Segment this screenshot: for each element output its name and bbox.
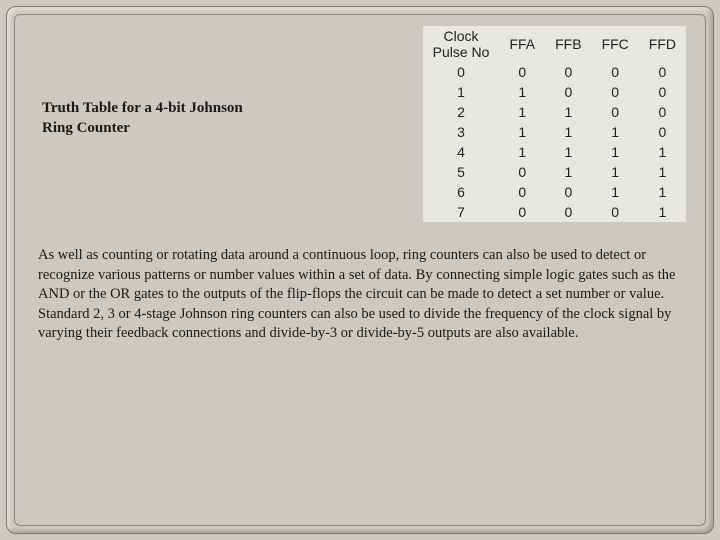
cell-d: 0	[639, 102, 686, 122]
col-ffb: FFB	[545, 26, 591, 62]
slide-content: Truth Table for a 4-bit Johnson Ring Cou…	[20, 20, 700, 520]
cell-a: 1	[499, 82, 545, 102]
cell-n: 5	[423, 162, 500, 182]
table-row: 41111	[423, 142, 686, 162]
col-clock: Clock Pulse No	[423, 26, 500, 62]
cell-d: 1	[639, 202, 686, 222]
top-row: Truth Table for a 4-bit Johnson Ring Cou…	[34, 26, 686, 222]
cell-d: 0	[639, 122, 686, 142]
title-line-2: Ring Counter	[42, 118, 405, 138]
cell-d: 1	[639, 182, 686, 202]
cell-a: 1	[499, 122, 545, 142]
col-ffc: FFC	[592, 26, 639, 62]
cell-c: 0	[592, 202, 639, 222]
cell-c: 0	[592, 102, 639, 122]
cell-a: 0	[499, 182, 545, 202]
cell-c: 0	[592, 82, 639, 102]
cell-d: 0	[639, 82, 686, 102]
truth-table: Clock Pulse No FFA FFB FFC FFD 000001100…	[423, 26, 686, 222]
table-row: 00000	[423, 62, 686, 82]
cell-c: 1	[592, 142, 639, 162]
table-row: 21100	[423, 102, 686, 122]
cell-n: 2	[423, 102, 500, 122]
col-clock-l1: Clock	[444, 28, 479, 44]
title-line-1: Truth Table for a 4-bit Johnson	[42, 98, 405, 118]
cell-a: 1	[499, 142, 545, 162]
cell-n: 0	[423, 62, 500, 82]
cell-d: 0	[639, 62, 686, 82]
title-block: Truth Table for a 4-bit Johnson Ring Cou…	[34, 26, 405, 139]
col-ffa: FFA	[499, 26, 545, 62]
cell-b: 1	[545, 142, 591, 162]
table-header-row: Clock Pulse No FFA FFB FFC FFD	[423, 26, 686, 62]
cell-a: 0	[499, 202, 545, 222]
cell-n: 7	[423, 202, 500, 222]
cell-b: 0	[545, 202, 591, 222]
table-row: 50111	[423, 162, 686, 182]
cell-b: 1	[545, 162, 591, 182]
cell-b: 0	[545, 62, 591, 82]
cell-n: 4	[423, 142, 500, 162]
cell-c: 1	[592, 162, 639, 182]
cell-n: 3	[423, 122, 500, 142]
cell-b: 1	[545, 122, 591, 142]
table-row: 31110	[423, 122, 686, 142]
cell-n: 1	[423, 82, 500, 102]
truth-table-wrap: Clock Pulse No FFA FFB FFC FFD 000001100…	[423, 26, 686, 222]
table-body: 0000011000211003111041111501116001170001	[423, 62, 686, 222]
cell-d: 1	[639, 162, 686, 182]
cell-b: 0	[545, 182, 591, 202]
col-ffd: FFD	[639, 26, 686, 62]
cell-b: 0	[545, 82, 591, 102]
cell-c: 1	[592, 182, 639, 202]
cell-a: 0	[499, 162, 545, 182]
cell-a: 0	[499, 62, 545, 82]
cell-n: 6	[423, 182, 500, 202]
table-row: 11000	[423, 82, 686, 102]
cell-b: 1	[545, 102, 591, 122]
table-row: 60011	[423, 182, 686, 202]
col-clock-l2: Pulse No	[433, 44, 490, 60]
table-row: 70001	[423, 202, 686, 222]
body-paragraph: As well as counting or rotating data aro…	[34, 246, 686, 344]
cell-d: 1	[639, 142, 686, 162]
cell-a: 1	[499, 102, 545, 122]
cell-c: 1	[592, 122, 639, 142]
cell-c: 0	[592, 62, 639, 82]
